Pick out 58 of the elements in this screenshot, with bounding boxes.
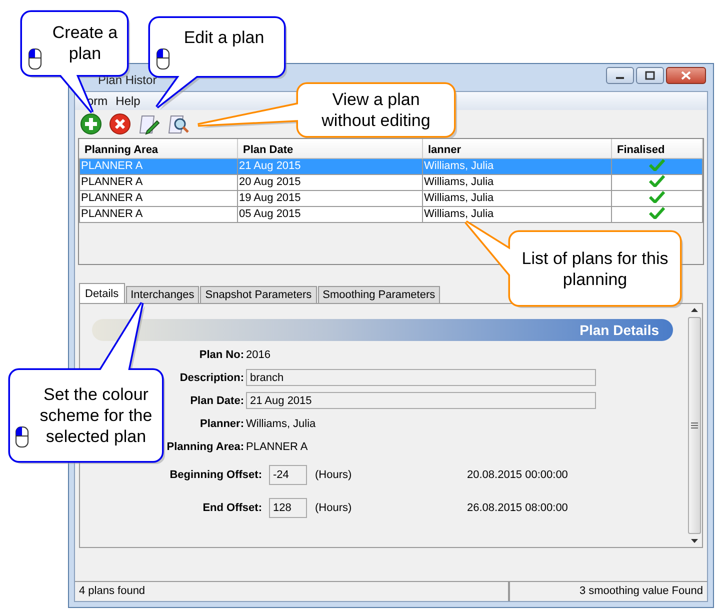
tab[interactable]: Smoothing Parameters (318, 286, 440, 303)
maximize-icon (645, 71, 655, 80)
callout-text: Edit a plan (184, 26, 264, 48)
callout-text: Set the colour scheme for the selected plan (38, 384, 154, 447)
scroll-down-icon[interactable] (690, 538, 699, 544)
field-label: Beginning Offset: (168, 469, 263, 481)
grip-icon (691, 422, 698, 429)
field-label: Planning Area: (166, 440, 245, 452)
table-cell: 21 Aug 2015 (238, 158, 422, 174)
close-button[interactable] (666, 67, 706, 84)
input-field[interactable]: 128 (269, 498, 307, 518)
field-label: Plan No: (198, 348, 245, 360)
input-field[interactable]: branch (246, 369, 596, 386)
datetime-value: 26.08.2015 08:00:00 (467, 502, 568, 514)
status-text: 4 plans found (75, 582, 509, 601)
input-field[interactable]: -24 (269, 465, 307, 485)
table-cell: PLANNER A (80, 174, 238, 190)
table-cell: 05 Aug 2015 (238, 206, 422, 222)
datetime-value: 20.08.2015 00:00:00 (467, 469, 568, 481)
callout-text: List of plans for this planning (520, 248, 670, 290)
tab[interactable]: Snapshot Parameters (200, 286, 317, 303)
field-value: Williams, Julia (246, 418, 316, 430)
table-cell: Williams, Julia (422, 158, 612, 174)
unit-label: (Hours) (314, 469, 353, 481)
maximize-button[interactable] (636, 67, 664, 84)
unit-label: (Hours) (314, 502, 353, 514)
scroll-up-icon[interactable] (690, 307, 699, 313)
table-cell: 19 Aug 2015 (238, 190, 422, 206)
field-label: Description: (178, 372, 245, 384)
callout-text: View a plan without editing (320, 89, 432, 131)
scrollbar[interactable] (687, 307, 702, 544)
plus-icon[interactable] (79, 112, 103, 136)
table-cell: Williams, Julia (422, 206, 612, 222)
field-value: 2016 (246, 348, 270, 360)
tab[interactable]: Details (79, 283, 125, 303)
delete-icon[interactable] (108, 112, 132, 136)
table-cell: PLANNER A (80, 158, 238, 174)
close-icon (681, 71, 691, 80)
field-label: Plan Date: (189, 394, 245, 406)
column-header[interactable]: Finalised (612, 139, 702, 158)
column-header[interactable]: lanner (422, 139, 612, 158)
menu-item[interactable]: Help (116, 94, 140, 108)
table-cell: Williams, Julia (422, 174, 612, 190)
table-cell: Williams, Julia (422, 190, 612, 206)
tab[interactable]: Interchanges (126, 286, 200, 303)
table-cell: 20 Aug 2015 (238, 174, 422, 190)
table-cell: PLANNER A (80, 206, 238, 222)
section-title: Plan Details (580, 322, 659, 338)
column-header[interactable]: Planning Area (80, 139, 238, 158)
table-cell: PLANNER A (80, 190, 238, 206)
minimize-button[interactable] (606, 67, 634, 84)
field-value: PLANNER A (246, 440, 308, 452)
input-field[interactable]: 21 Aug 2015 (246, 392, 596, 409)
callout-text: Create a plan (52, 22, 118, 64)
column-header[interactable]: Plan Date (238, 139, 422, 158)
status-text: 3 smoothing value Found (509, 582, 707, 601)
field-label: Planner: (198, 418, 245, 430)
field-label: End Offset: (202, 502, 263, 514)
